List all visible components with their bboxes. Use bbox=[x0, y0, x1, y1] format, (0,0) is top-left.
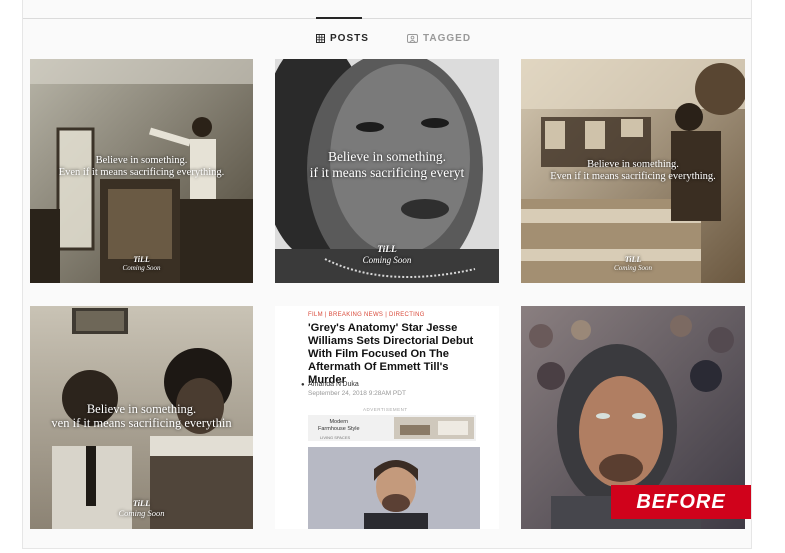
tab-posts-label: POSTS bbox=[330, 33, 369, 44]
headshot-image bbox=[308, 447, 480, 529]
article-category: FILM | BREAKING NEWS | DIRECTING bbox=[308, 312, 425, 318]
tab-tagged[interactable]: TAGGED bbox=[407, 33, 471, 44]
coming-soon: Coming Soon bbox=[122, 264, 161, 272]
ad-text-line-1: Modern bbox=[329, 419, 349, 425]
article-headline: 'Grey's Anatomy' Star Jesse Williams Set… bbox=[308, 322, 474, 387]
ad-cta: LIVING SPACES bbox=[320, 435, 351, 440]
film-title: TiLL bbox=[133, 255, 150, 264]
caption-line-2: ven if it means sacrificing everythin bbox=[51, 416, 232, 431]
article-photo bbox=[308, 447, 480, 529]
tab-divider bbox=[23, 18, 751, 19]
bullet-icon: ● bbox=[301, 382, 305, 388]
grid-icon bbox=[316, 34, 325, 43]
film-title: TiLL bbox=[132, 498, 151, 508]
article-date: September 24, 2018 9:28AM PDT bbox=[308, 390, 406, 397]
caption-line-1: Believe in something. bbox=[327, 149, 447, 164]
tab-posts[interactable]: POSTS bbox=[316, 33, 369, 44]
before-badge: BEFORE bbox=[611, 485, 751, 519]
tag-icon bbox=[407, 34, 418, 43]
film-title: TiLL bbox=[377, 245, 397, 255]
caption-line-1: Believe in something. bbox=[587, 159, 679, 170]
coming-soon: Coming Soon bbox=[614, 264, 652, 272]
post-tile-2[interactable]: Believe in something. if it means sacrif… bbox=[275, 59, 499, 283]
post-tile-1[interactable]: Believe in something. Even if it means s… bbox=[30, 59, 253, 283]
post-tile-4[interactable]: Believe in something. ven if it means sa… bbox=[30, 306, 253, 529]
coming-soon: Coming Soon bbox=[362, 255, 412, 265]
ad-image bbox=[394, 417, 474, 439]
tab-tagged-label: TAGGED bbox=[423, 33, 472, 44]
post-4-caption: Believe in something. ven if it means sa… bbox=[30, 402, 253, 431]
post-2-caption: Believe in something. if it means sacrif… bbox=[275, 149, 499, 180]
article-author: Amanda N'Duka bbox=[308, 381, 359, 388]
active-tab-indicator bbox=[316, 17, 362, 19]
film-title: TiLL bbox=[624, 255, 642, 264]
ad-text: Modern Farmhouse Style bbox=[318, 419, 360, 432]
post-1-caption: Believe in something. Even if it means s… bbox=[30, 155, 253, 179]
post-4-titles: TiLL Coming Soon bbox=[30, 498, 253, 518]
post-2-titles: TiLL Coming Soon bbox=[275, 245, 499, 265]
post-3-titles: TiLL Coming Soon bbox=[521, 255, 745, 272]
caption-line-2: Even if it means sacrificing everything. bbox=[550, 171, 716, 183]
post-3-caption: Believe in something. Even if it means s… bbox=[521, 159, 745, 183]
caption-line-1: Believe in something. bbox=[95, 155, 188, 166]
post-1-titles: TiLL Coming Soon bbox=[30, 255, 253, 272]
ad-banner[interactable]: Modern Farmhouse Style LIVING SPACES bbox=[308, 415, 476, 441]
caption-line-1: Believe in something. bbox=[86, 402, 197, 416]
ad-label: ADVERTISEMENT bbox=[363, 407, 408, 412]
caption-line-2: if it means sacrificing everyt bbox=[309, 164, 465, 180]
ad-text-line-2: Farmhouse Style bbox=[318, 425, 360, 432]
post-tile-3[interactable]: Believe in something. Even if it means s… bbox=[521, 59, 745, 283]
coming-soon: Coming Soon bbox=[118, 508, 165, 518]
caption-line-2: Even if it means sacrificing everything. bbox=[58, 167, 225, 179]
post-tile-5[interactable]: FILM | BREAKING NEWS | DIRECTING 'Grey's… bbox=[275, 306, 499, 529]
